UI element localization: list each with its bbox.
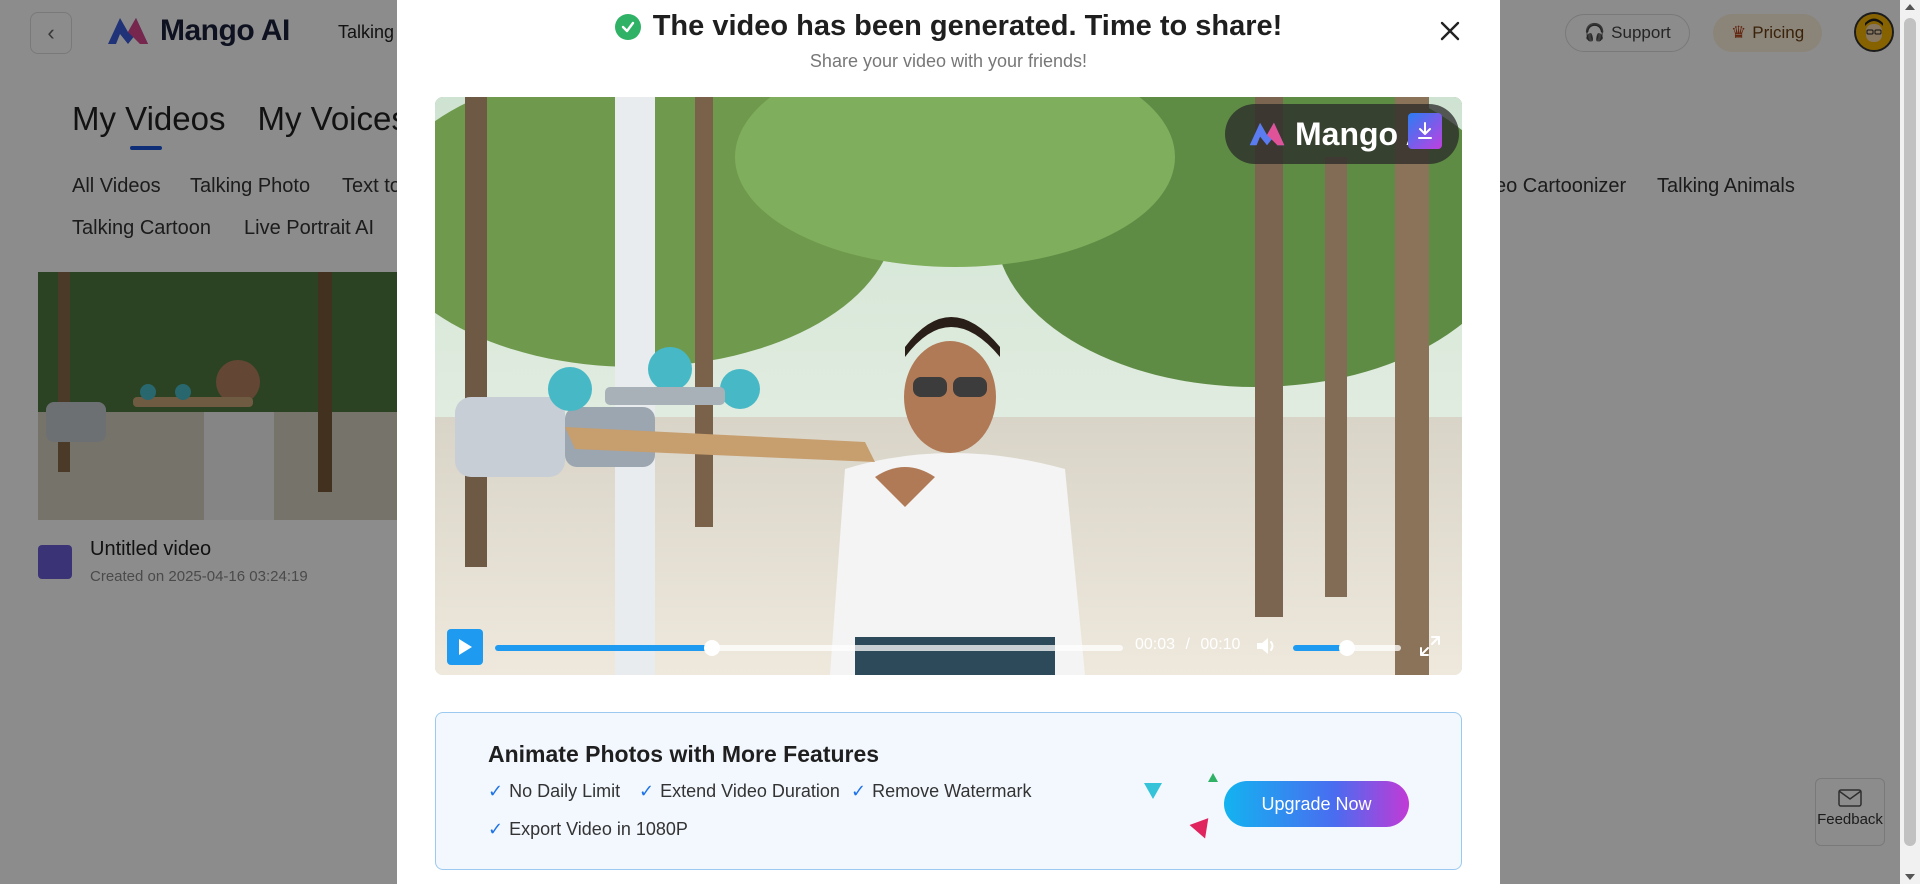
time-display: 00:03 / 00:10 [1135,636,1240,654]
download-icon [1418,122,1432,139]
duration: 00:10 [1200,636,1241,653]
volume-button[interactable] [1255,635,1279,657]
download-button[interactable] [1408,113,1442,149]
feature-label: Remove Watermark [872,781,1032,801]
upgrade-now-button[interactable]: Upgrade Now [1224,781,1409,827]
player-controls: 00:03 / 00:10 [435,617,1462,675]
progress-fill [495,645,712,651]
video-player[interactable]: Mango A 00:03 / 00:10 [435,97,1462,675]
fullscreen-button[interactable] [1419,635,1441,657]
scrollbar[interactable] [1900,0,1920,884]
promo-title: Animate Photos with More Features [488,741,880,767]
play-icon [459,639,472,655]
confetti-decoration [1144,783,1162,799]
close-icon [1440,21,1460,41]
check-icon: ✓ [488,781,504,801]
progress-handle[interactable] [703,640,720,656]
time-separator: / [1185,636,1190,653]
fullscreen-icon [1420,636,1440,656]
modal-subtitle: Share your video with your friends! [809,51,1088,71]
play-button[interactable] [447,629,483,665]
feature-label: Extend Video Duration [660,781,840,801]
scroll-up-icon[interactable] [1905,4,1915,10]
confetti-decoration [1189,818,1215,842]
volume-handle[interactable] [1339,640,1355,656]
mango-logo-icon [1249,122,1285,146]
check-icon: ✓ [851,781,867,801]
feature-item: ✓ No Daily Limit [488,781,620,802]
speaker-icon [1257,638,1274,654]
feature-label: No Daily Limit [509,781,621,801]
scroll-down-icon[interactable] [1905,874,1915,880]
scrollbar-thumb[interactable] [1904,18,1916,846]
modal-title-row: The video has been generated. Time to sh… [614,10,1283,43]
modal-title: The video has been generated. Time to sh… [652,10,1283,42]
close-button[interactable] [1435,16,1465,46]
success-check-icon [614,13,641,40]
feature-item: ✓ Export Video in 1080P [488,819,688,840]
check-icon: ✓ [639,781,655,801]
feature-item: ✓ Remove Watermark [851,781,1031,802]
check-icon: ✓ [488,819,504,839]
volume-slider[interactable] [1293,640,1401,656]
modal-header: The video has been generated. Time to sh… [397,10,1500,72]
confetti-decoration [1208,773,1218,782]
feature-label: Export Video in 1080P [509,819,688,839]
progress-bar[interactable] [495,640,1123,656]
video-frame-image [435,97,1462,675]
share-modal: The video has been generated. Time to sh… [397,0,1500,884]
current-time: 00:03 [1135,636,1176,653]
feature-item: ✓ Extend Video Duration [639,781,840,802]
upgrade-promo: Animate Photos with More Features ✓ No Da… [435,712,1462,870]
